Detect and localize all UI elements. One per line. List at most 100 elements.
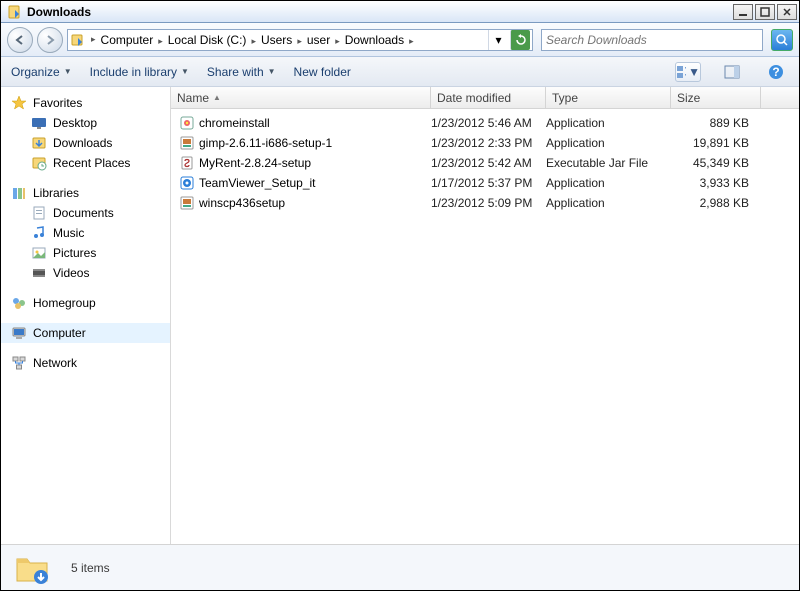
- chevron-right-icon[interactable]: ▸: [155, 36, 166, 46]
- sidebar-item-desktop[interactable]: Desktop: [1, 113, 170, 133]
- refresh-button[interactable]: [510, 30, 530, 50]
- chevron-right-icon[interactable]: ▸: [88, 34, 99, 45]
- file-type: Application: [546, 136, 671, 150]
- file-list-pane: Name▲ Date modified Type Size chromeinst…: [171, 87, 799, 544]
- libraries-icon: [11, 185, 27, 201]
- window-title: Downloads: [27, 5, 733, 19]
- file-icon: [179, 195, 195, 211]
- column-header-spacer[interactable]: [761, 87, 799, 108]
- sort-ascending-icon: ▲: [213, 93, 221, 102]
- search-box[interactable]: [541, 29, 763, 51]
- downloads-icon: [31, 135, 47, 151]
- content-area: Favorites Desktop Downloads Recent Place…: [1, 87, 799, 544]
- file-size: 889 KB: [671, 116, 761, 130]
- location-icon: [70, 32, 86, 48]
- help-button[interactable]: ?: [763, 62, 789, 82]
- back-button[interactable]: [7, 27, 33, 53]
- column-header-size[interactable]: Size: [671, 87, 761, 108]
- minimize-button[interactable]: [733, 4, 753, 20]
- change-view-button[interactable]: ▼: [675, 62, 701, 82]
- breadcrumb-segment[interactable]: Local Disk (C:): [166, 33, 249, 47]
- sidebar-homegroup[interactable]: Homegroup: [1, 293, 170, 313]
- file-size: 2,988 KB: [671, 196, 761, 210]
- include-in-library-button[interactable]: Include in library▼: [90, 65, 189, 79]
- file-size: 3,933 KB: [671, 176, 761, 190]
- file-row[interactable]: gimp-2.6.11-i686-setup-1 1/23/2012 2:33 P…: [171, 133, 799, 153]
- pictures-icon: [31, 245, 47, 261]
- sidebar-item-downloads[interactable]: Downloads: [1, 133, 170, 153]
- sidebar-item-documents[interactable]: Documents: [1, 203, 170, 223]
- recent-icon: [31, 155, 47, 171]
- column-header-name[interactable]: Name▲: [171, 87, 431, 108]
- file-name: chromeinstall: [199, 116, 270, 130]
- column-header-date[interactable]: Date modified: [431, 87, 546, 108]
- desktop-icon: [31, 115, 47, 131]
- address-bar[interactable]: ▸ Computer▸Local Disk (C:)▸Users▸user▸Do…: [67, 29, 533, 51]
- details-pane: 5 items: [1, 544, 799, 590]
- file-name: winscp436setup: [199, 196, 285, 210]
- breadcrumb-segment[interactable]: Downloads: [343, 33, 406, 47]
- search-button[interactable]: [771, 29, 793, 51]
- navigation-bar: ▸ Computer▸Local Disk (C:)▸Users▸user▸Do…: [1, 23, 799, 57]
- address-dropdown[interactable]: ▾: [488, 30, 508, 50]
- preview-pane-button[interactable]: [719, 62, 745, 82]
- file-type: Application: [546, 196, 671, 210]
- sidebar-item-recent[interactable]: Recent Places: [1, 153, 170, 173]
- chevron-right-icon[interactable]: ▸: [332, 36, 343, 46]
- sidebar-computer[interactable]: Computer: [1, 323, 170, 343]
- file-date: 1/23/2012 2:33 PM: [431, 136, 546, 150]
- file-date: 1/23/2012 5:46 AM: [431, 116, 546, 130]
- homegroup-icon: [11, 295, 27, 311]
- file-icon: [179, 175, 195, 191]
- file-type: Executable Jar File: [546, 156, 671, 170]
- column-headers: Name▲ Date modified Type Size: [171, 87, 799, 109]
- search-input[interactable]: [546, 33, 758, 47]
- file-type: Application: [546, 176, 671, 190]
- window-buttons: [733, 4, 797, 20]
- file-date: 1/23/2012 5:09 PM: [431, 196, 546, 210]
- chevron-right-icon[interactable]: ▸: [406, 36, 417, 46]
- file-type: Application: [546, 116, 671, 130]
- breadcrumb-segment[interactable]: user: [305, 33, 332, 47]
- chevron-right-icon[interactable]: ▸: [294, 36, 305, 46]
- sidebar-favorites[interactable]: Favorites: [1, 93, 170, 113]
- navigation-pane: Favorites Desktop Downloads Recent Place…: [1, 87, 171, 544]
- title-bar: Downloads: [1, 1, 799, 23]
- file-size: 45,349 KB: [671, 156, 761, 170]
- file-icon: [179, 135, 195, 151]
- file-row[interactable]: MyRent-2.8.24-setup 1/23/2012 5:42 AMExec…: [171, 153, 799, 173]
- computer-icon: [11, 325, 27, 341]
- breadcrumb-segment[interactable]: Computer: [99, 33, 156, 47]
- file-rows: chromeinstall1/23/2012 5:46 AMApplicatio…: [171, 109, 799, 544]
- maximize-button[interactable]: [755, 4, 775, 20]
- breadcrumb-segment[interactable]: Users: [259, 33, 294, 47]
- sidebar-item-videos[interactable]: Videos: [1, 263, 170, 283]
- sidebar-libraries[interactable]: Libraries: [1, 183, 170, 203]
- chevron-right-icon[interactable]: ▸: [248, 36, 259, 46]
- organize-button[interactable]: Organize▼: [11, 65, 72, 79]
- close-button[interactable]: [777, 4, 797, 20]
- svg-text:?: ?: [772, 65, 779, 79]
- column-header-type[interactable]: Type: [546, 87, 671, 108]
- file-row[interactable]: winscp436setup 1/23/2012 5:09 PMApplicati…: [171, 193, 799, 213]
- file-icon: [179, 155, 195, 171]
- forward-button[interactable]: [37, 27, 63, 53]
- new-folder-button[interactable]: New folder: [294, 65, 351, 79]
- folder-large-icon: [13, 549, 51, 587]
- window-icon: [7, 4, 23, 20]
- file-row[interactable]: TeamViewer_Setup_it1/17/2012 5:37 PMAppl…: [171, 173, 799, 193]
- star-icon: [11, 95, 27, 111]
- share-with-button[interactable]: Share with▼: [207, 65, 276, 79]
- file-name: MyRent-2.8.24-setup: [199, 156, 311, 170]
- file-icon: [179, 115, 195, 131]
- breadcrumbs: Computer▸Local Disk (C:)▸Users▸user▸Down…: [99, 33, 417, 47]
- command-bar: Organize▼ Include in library▼ Share with…: [1, 57, 799, 87]
- status-item-count: 5 items: [71, 561, 110, 575]
- documents-icon: [31, 205, 47, 221]
- file-date: 1/23/2012 5:42 AM: [431, 156, 546, 170]
- sidebar-item-pictures[interactable]: Pictures: [1, 243, 170, 263]
- file-row[interactable]: chromeinstall 1/23/2012 5:46 AMApplicatio…: [171, 113, 799, 133]
- file-name: gimp-2.6.11-i686-setup-1: [199, 136, 332, 150]
- sidebar-network[interactable]: Network: [1, 353, 170, 373]
- sidebar-item-music[interactable]: Music: [1, 223, 170, 243]
